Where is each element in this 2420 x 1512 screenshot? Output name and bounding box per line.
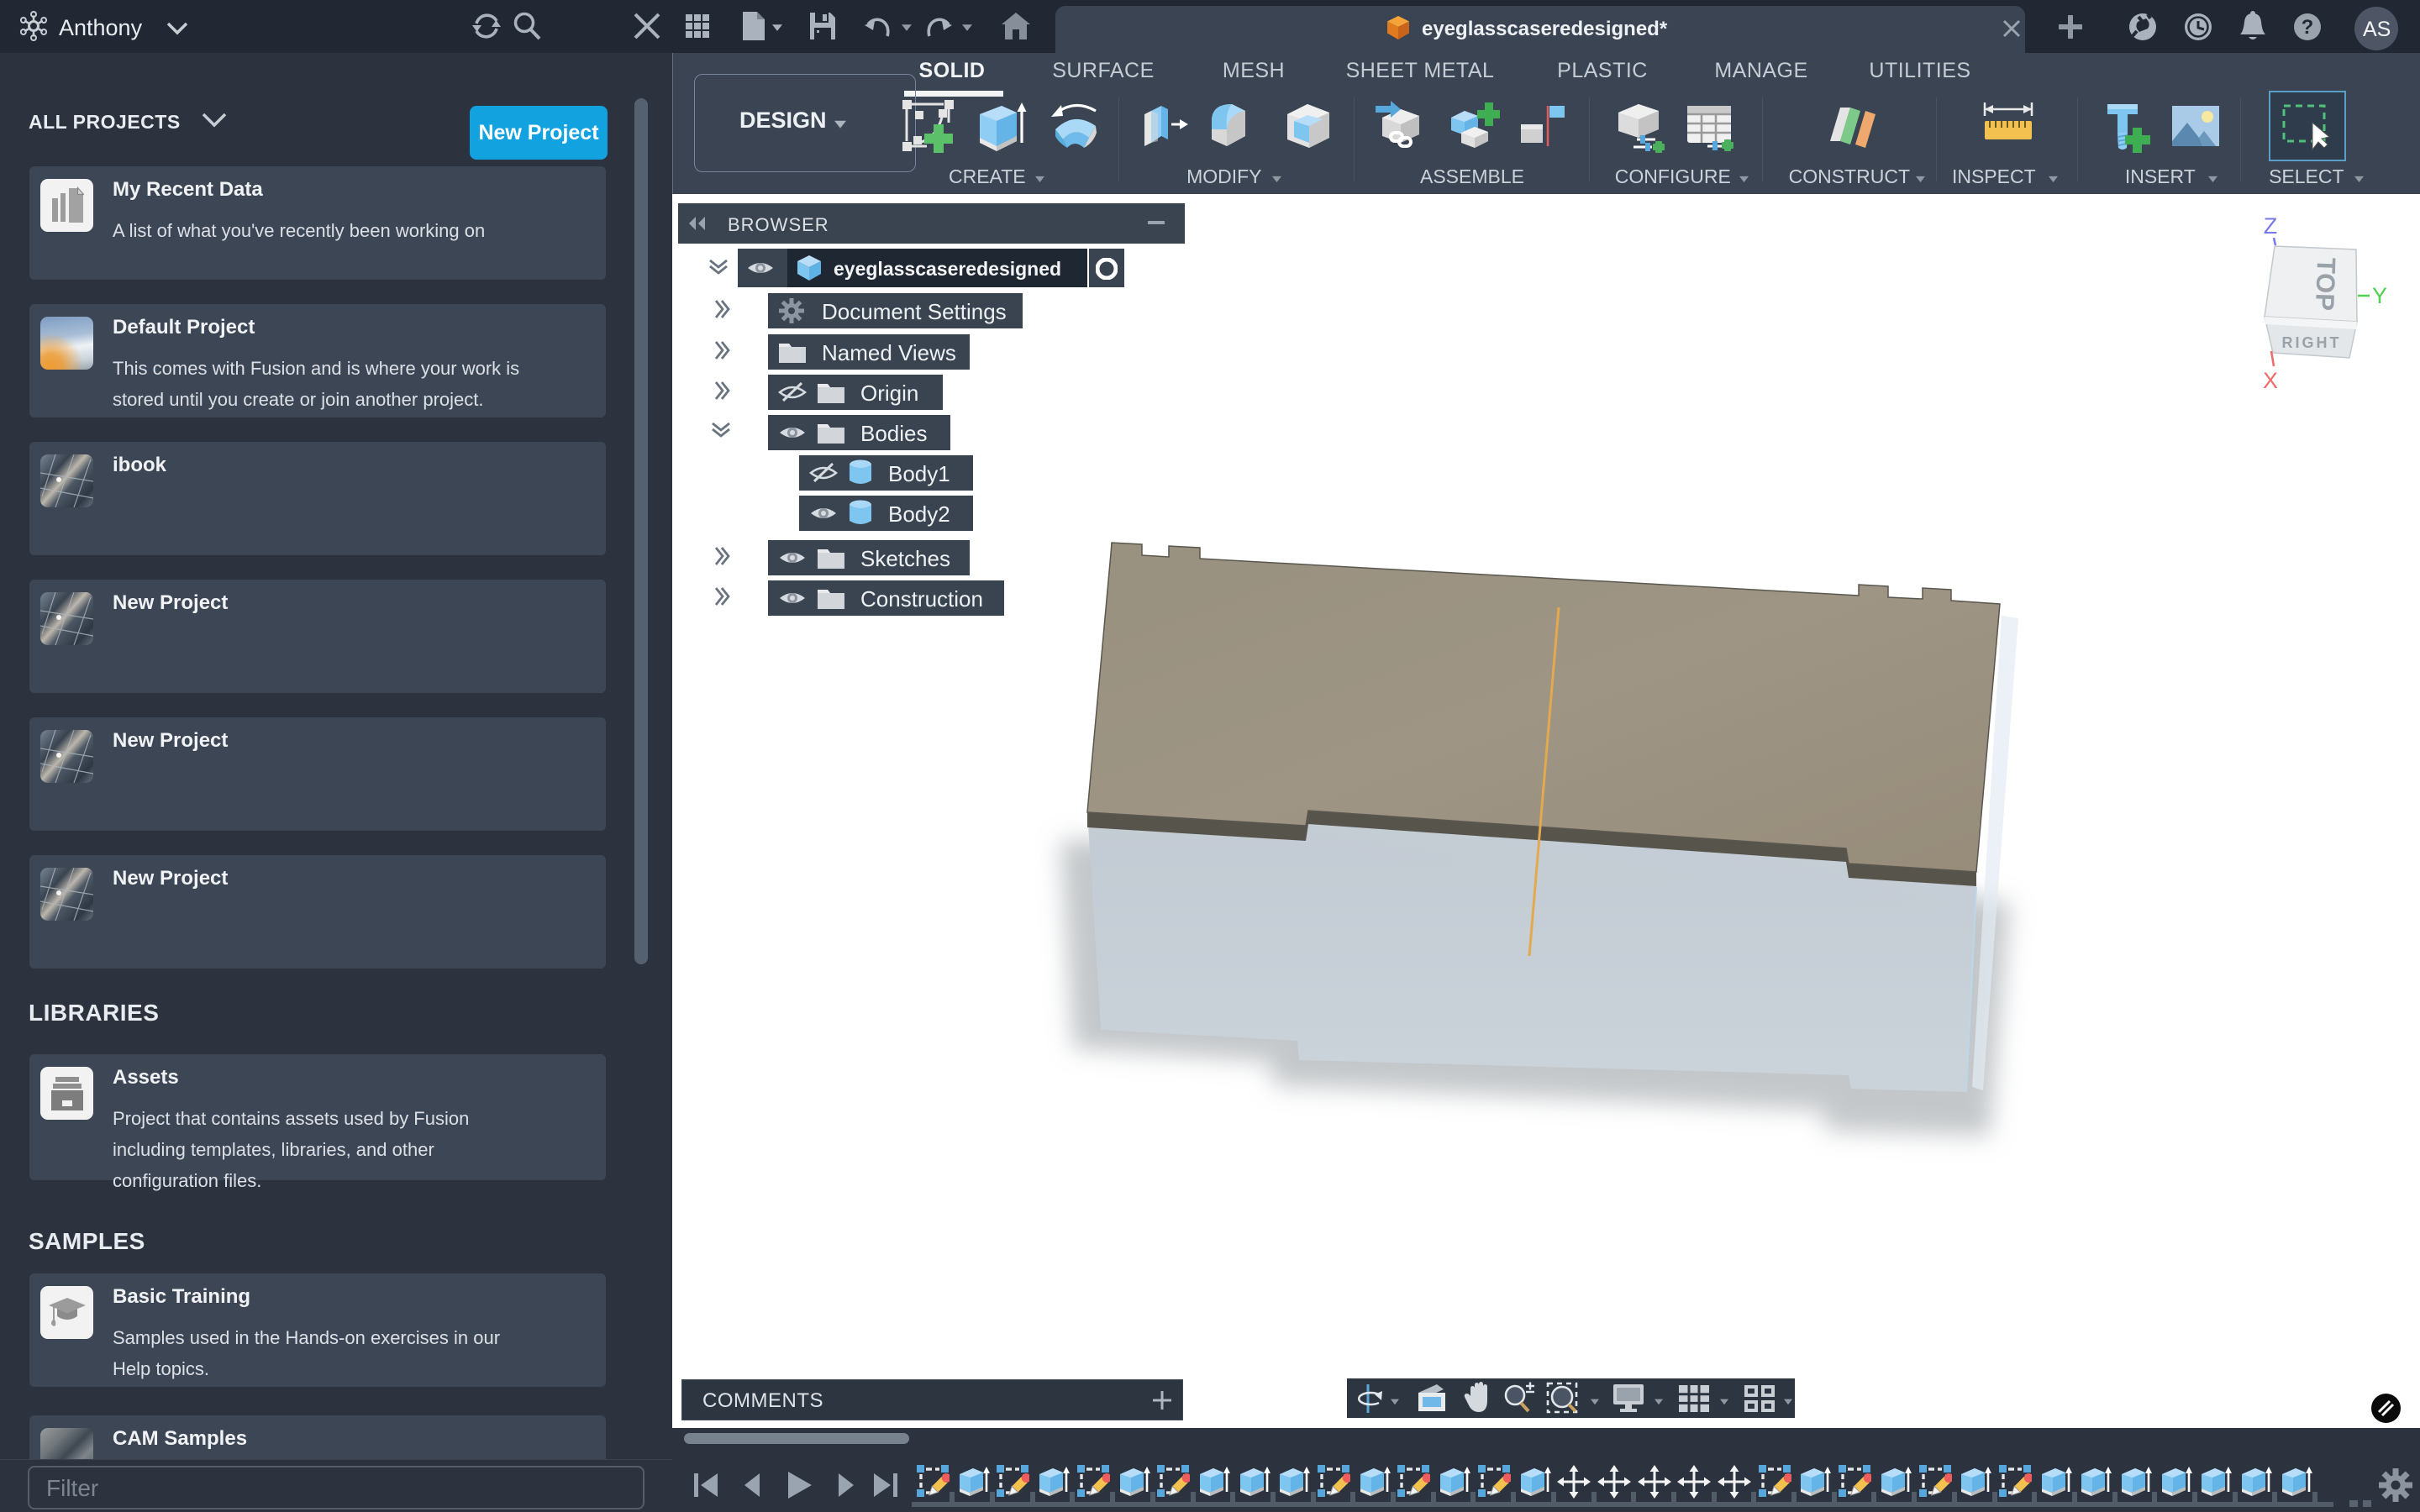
svg-text:RIGHT: RIGHT bbox=[2282, 334, 2342, 351]
svg-text:TOP: TOP bbox=[2310, 257, 2341, 311]
svg-text:?: ? bbox=[2302, 16, 2314, 39]
svg-text:Y: Y bbox=[2372, 283, 2387, 308]
svg-text:X: X bbox=[2263, 368, 2278, 393]
svg-text:Z: Z bbox=[2264, 213, 2278, 239]
